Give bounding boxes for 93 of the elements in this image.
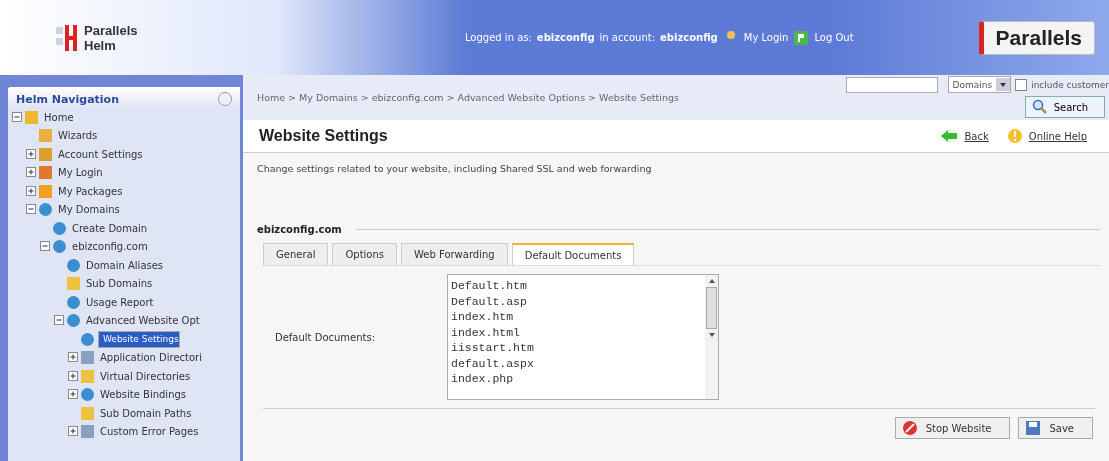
tree-item[interactable]: Usage Report <box>84 295 156 309</box>
back-arrow-icon <box>940 129 959 143</box>
tree-item[interactable]: Sub Domains <box>84 277 155 291</box>
tree-item[interactable]: Sub Domain Paths <box>98 406 194 420</box>
node-icon <box>39 129 52 143</box>
expand-toggle-icon[interactable] <box>26 148 37 160</box>
search-icon <box>1031 99 1048 115</box>
globe-icon <box>39 203 52 217</box>
text-line: index.php <box>451 371 515 387</box>
collapse-toggle-icon[interactable] <box>26 204 37 216</box>
user-icon <box>722 29 739 46</box>
expand-toggle-icon[interactable] <box>26 185 37 197</box>
tree-item[interactable]: My Domains <box>56 203 122 217</box>
checkbox-label: include customer <box>1031 79 1109 90</box>
login-label: Logged in as: <box>464 32 532 43</box>
tree-item[interactable]: Create Domain <box>70 221 150 235</box>
tree-item[interactable]: Home <box>42 110 76 124</box>
text-line: default.aspx <box>451 355 535 371</box>
breadcrumb: Home > My Domains > ebizconfig.com > Advanced Website Options > Website Settings <box>257 92 679 103</box>
tab[interactable]: Default Documents <box>511 243 635 265</box>
folder-icon <box>81 406 94 420</box>
globe-icon <box>53 240 66 254</box>
brand-logo: Parallels <box>978 20 1095 55</box>
tree-item[interactable]: Website Bindings <box>98 388 189 402</box>
search-field[interactable] <box>845 76 938 93</box>
collapse-toggle-icon[interactable] <box>12 111 23 123</box>
globe-icon <box>67 295 80 309</box>
tree-item[interactable]: Wizards <box>56 129 100 143</box>
expand-toggle-icon[interactable] <box>68 370 79 382</box>
expand-toggle-icon[interactable] <box>68 389 79 401</box>
tree-item[interactable]: My Packages <box>56 184 125 198</box>
back-link[interactable]: Back <box>964 130 989 142</box>
user-name: ebizconfig <box>536 32 595 43</box>
domain-select[interactable]: Domains <box>947 76 1012 93</box>
include-checkbox[interactable] <box>1015 78 1028 91</box>
documents-textarea[interactable]: Default.htm Default.asp index.htm index.html iisstart.htm default.aspx index.php <box>447 274 719 400</box>
text-line: Default.htm <box>451 278 528 294</box>
page-title: Website Settings <box>259 127 388 145</box>
stop-icon <box>901 420 918 436</box>
product-name: Helm <box>84 37 117 53</box>
search-button[interactable]: Search <box>1024 96 1105 118</box>
my-login-link[interactable]: My Login <box>743 32 789 43</box>
save-button[interactable]: Save <box>1018 417 1093 439</box>
scroll-up-icon[interactable] <box>707 277 716 285</box>
field-label: Default Documents: <box>275 331 377 343</box>
text-line: iisstart.htm <box>451 340 535 356</box>
section-title: ebizconfig.com <box>257 224 342 235</box>
account-name: ebizconfig <box>660 32 718 43</box>
log-out-link[interactable]: Log Out <box>814 32 854 43</box>
node-icon <box>39 147 52 161</box>
expand-toggle-icon[interactable] <box>26 167 37 179</box>
globe-icon <box>53 221 66 235</box>
tree-item[interactable]: Account Settings <box>56 147 145 161</box>
help-link[interactable]: Online Help <box>1028 130 1087 142</box>
tree-item[interactable]: My Login <box>56 166 105 180</box>
text-line: Default.asp <box>451 293 528 309</box>
text-line: index.htm <box>451 309 515 325</box>
tree-item[interactable]: Website Settings <box>98 330 180 348</box>
node-icon <box>39 166 52 180</box>
node-icon <box>25 110 38 124</box>
stop-website-button[interactable]: Stop Website <box>894 417 1011 439</box>
collapse-toggle-icon[interactable] <box>54 315 65 327</box>
scrollbar[interactable] <box>705 275 718 399</box>
globe-icon <box>67 314 80 328</box>
tree-item[interactable]: Custom Error Pages <box>98 425 201 439</box>
folder-icon <box>81 369 94 383</box>
tree-item[interactable]: ebizconfig.com <box>70 240 150 254</box>
expand-toggle-icon[interactable] <box>68 426 79 438</box>
folder-icon <box>67 277 80 291</box>
tree-item[interactable]: Application Directori <box>98 351 204 365</box>
page-description: Change settings related to your website, including Shared SSL and web forwarding <box>257 163 653 174</box>
tree-item[interactable]: Advanced Website Opt <box>84 314 202 328</box>
expand-toggle-icon[interactable] <box>68 352 79 364</box>
globe-icon <box>67 258 80 272</box>
text-line: index.html <box>451 324 521 340</box>
panel-title: Helm Navigation <box>16 92 119 106</box>
page-icon <box>81 425 94 439</box>
account-label: in account: <box>599 32 656 43</box>
page-icon <box>81 351 94 365</box>
scroll-down-icon[interactable] <box>707 331 716 339</box>
globe-icon <box>81 388 94 402</box>
tab[interactable]: Web Forwarding <box>401 243 508 265</box>
tab[interactable]: General <box>263 243 329 265</box>
tree-item[interactable]: Virtual Directories <box>98 369 193 383</box>
tree-item[interactable]: Domain Aliases <box>84 258 166 272</box>
help-icon <box>1006 128 1023 144</box>
logo-icon <box>56 23 78 52</box>
globe-icon <box>81 332 94 346</box>
node-icon <box>39 184 52 198</box>
tab[interactable]: Options <box>332 243 397 265</box>
product-name: Parallels <box>84 22 138 38</box>
collapse-toggle-icon[interactable] <box>40 241 51 253</box>
scrollbar-thumb[interactable] <box>706 287 717 329</box>
